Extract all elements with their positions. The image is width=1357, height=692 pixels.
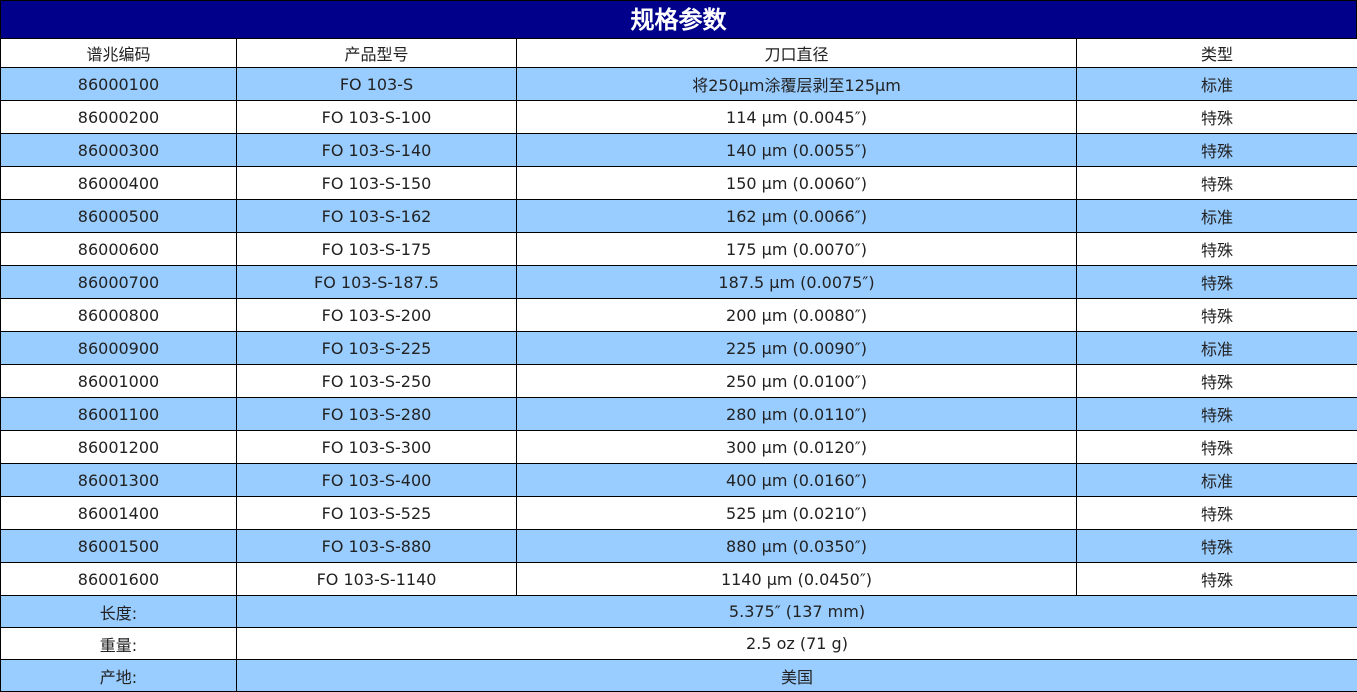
footer-label: 产地: [0,659,237,692]
cell-code: 86000500 [0,199,237,233]
cell-code: 86000900 [0,331,237,365]
cell-model: FO 103-S-880 [236,529,517,563]
cell-diameter: 225 µm (0.0090″) [516,331,1077,365]
cell-model: FO 103-S-525 [236,496,517,530]
header-diameter: 刀口直径 [516,38,1077,68]
cell-diameter: 250 µm (0.0100″) [516,364,1077,398]
cell-code: 86001000 [0,364,237,398]
cell-type: 标准 [1076,463,1357,497]
cell-model: FO 103-S-187.5 [236,265,517,299]
table-row: 86001500 FO 103-S-880 880 µm (0.0350″) 特殊 [0,529,1357,563]
cell-code: 86000800 [0,298,237,332]
cell-code: 86000600 [0,232,237,266]
table-row: 86001000 FO 103-S-250 250 µm (0.0100″) 特殊 [0,364,1357,398]
footer-value: 美国 [236,659,1357,692]
table-row: 86001400 FO 103-S-525 525 µm (0.0210″) 特殊 [0,496,1357,530]
cell-model: FO 103-S-300 [236,430,517,464]
cell-model: FO 103-S [236,67,517,101]
cell-code: 86000100 [0,67,237,101]
table-row: 86001100 FO 103-S-280 280 µm (0.0110″) 特殊 [0,397,1357,431]
cell-code: 86001100 [0,397,237,431]
cell-diameter: 162 µm (0.0066″) [516,199,1077,233]
cell-diameter: 880 µm (0.0350″) [516,529,1077,563]
cell-diameter: 将250µm涂覆层剥至125µm [516,67,1077,101]
cell-type: 标准 [1076,199,1357,233]
cell-model: FO 103-S-150 [236,166,517,200]
cell-model: FO 103-S-100 [236,100,517,134]
cell-type: 标准 [1076,67,1357,101]
table-row: 86000800 FO 103-S-200 200 µm (0.0080″) 特殊 [0,298,1357,332]
spec-table: 谱兆编码 产品型号 刀口直径 类型 86000100 FO 103-S 将250µm… [0,38,1357,692]
cell-type: 特殊 [1076,100,1357,134]
footer-row-origin: 产地: 美国 [0,659,1357,692]
table-row: 86000900 FO 103-S-225 225 µm (0.0090″) 标准 [0,331,1357,365]
table-row: 86000300 FO 103-S-140 140 µm (0.0055″) 特殊 [0,133,1357,167]
cell-model: FO 103-S-400 [236,463,517,497]
cell-diameter: 525 µm (0.0210″) [516,496,1077,530]
cell-model: FO 103-S-225 [236,331,517,365]
cell-model: FO 103-S-140 [236,133,517,167]
cell-model: FO 103-S-250 [236,364,517,398]
cell-diameter: 200 µm (0.0080″) [516,298,1077,332]
table-row: 86001200 FO 103-S-300 300 µm (0.0120″) 特殊 [0,430,1357,464]
footer-label: 重量: [0,627,237,660]
cell-model: FO 103-S-175 [236,232,517,266]
cell-type: 特殊 [1076,166,1357,200]
cell-model: FO 103-S-162 [236,199,517,233]
cell-type: 特殊 [1076,529,1357,563]
cell-diameter: 280 µm (0.0110″) [516,397,1077,431]
footer-row-length: 长度: 5.375″ (137 mm) [0,595,1357,628]
cell-model: FO 103-S-280 [236,397,517,431]
cell-code: 86001500 [0,529,237,563]
cell-code: 86000300 [0,133,237,167]
cell-code: 86000700 [0,265,237,299]
table-row: 86000100 FO 103-S 将250µm涂覆层剥至125µm 标准 [0,67,1357,101]
cell-type: 特殊 [1076,133,1357,167]
table-row: 86000700 FO 103-S-187.5 187.5 µm (0.0075″)… [0,265,1357,299]
table-row: 86000200 FO 103-S-100 114 µm (0.0045″) 特殊 [0,100,1357,134]
cell-code: 86001300 [0,463,237,497]
cell-diameter: 150 µm (0.0060″) [516,166,1077,200]
cell-type: 特殊 [1076,265,1357,299]
cell-type: 特殊 [1076,496,1357,530]
table-row: 86000400 FO 103-S-150 150 µm (0.0060″) 特殊 [0,166,1357,200]
cell-diameter: 114 µm (0.0045″) [516,100,1077,134]
footer-label: 长度: [0,595,237,628]
footer-value: 5.375″ (137 mm) [236,595,1357,628]
header-type: 类型 [1076,38,1357,68]
cell-code: 86000400 [0,166,237,200]
cell-model: FO 103-S-1140 [236,562,517,596]
cell-code: 86001200 [0,430,237,464]
cell-type: 特殊 [1076,364,1357,398]
cell-type: 标准 [1076,331,1357,365]
table-row: 86001600 FO 103-S-1140 1140 µm (0.0450″) 特殊 [0,562,1357,596]
header-code: 谱兆编码 [0,38,237,68]
header-row: 谱兆编码 产品型号 刀口直径 类型 [0,38,1357,68]
cell-code: 86001600 [0,562,237,596]
footer-row-weight: 重量: 2.5 oz (71 g) [0,627,1357,660]
cell-diameter: 400 µm (0.0160″) [516,463,1077,497]
cell-model: FO 103-S-200 [236,298,517,332]
cell-diameter: 187.5 µm (0.0075″) [516,265,1077,299]
table-row: 86000600 FO 103-S-175 175 µm (0.0070″) 特殊 [0,232,1357,266]
table-title: 规格参数 [0,0,1357,38]
cell-diameter: 175 µm (0.0070″) [516,232,1077,266]
footer-value: 2.5 oz (71 g) [236,627,1357,660]
cell-diameter: 300 µm (0.0120″) [516,430,1077,464]
cell-type: 特殊 [1076,298,1357,332]
cell-type: 特殊 [1076,397,1357,431]
cell-diameter: 1140 µm (0.0450″) [516,562,1077,596]
cell-type: 特殊 [1076,232,1357,266]
spec-table-container: 规格参数 谱兆编码 产品型号 刀口直径 类型 86000100 FO 103-S 将… [0,0,1357,692]
cell-code: 86000200 [0,100,237,134]
table-row: 86001300 FO 103-S-400 400 µm (0.0160″) 标准 [0,463,1357,497]
table-row: 86000500 FO 103-S-162 162 µm (0.0066″) 标准 [0,199,1357,233]
cell-type: 特殊 [1076,562,1357,596]
header-model: 产品型号 [236,38,517,68]
cell-type: 特殊 [1076,430,1357,464]
cell-diameter: 140 µm (0.0055″) [516,133,1077,167]
cell-code: 86001400 [0,496,237,530]
